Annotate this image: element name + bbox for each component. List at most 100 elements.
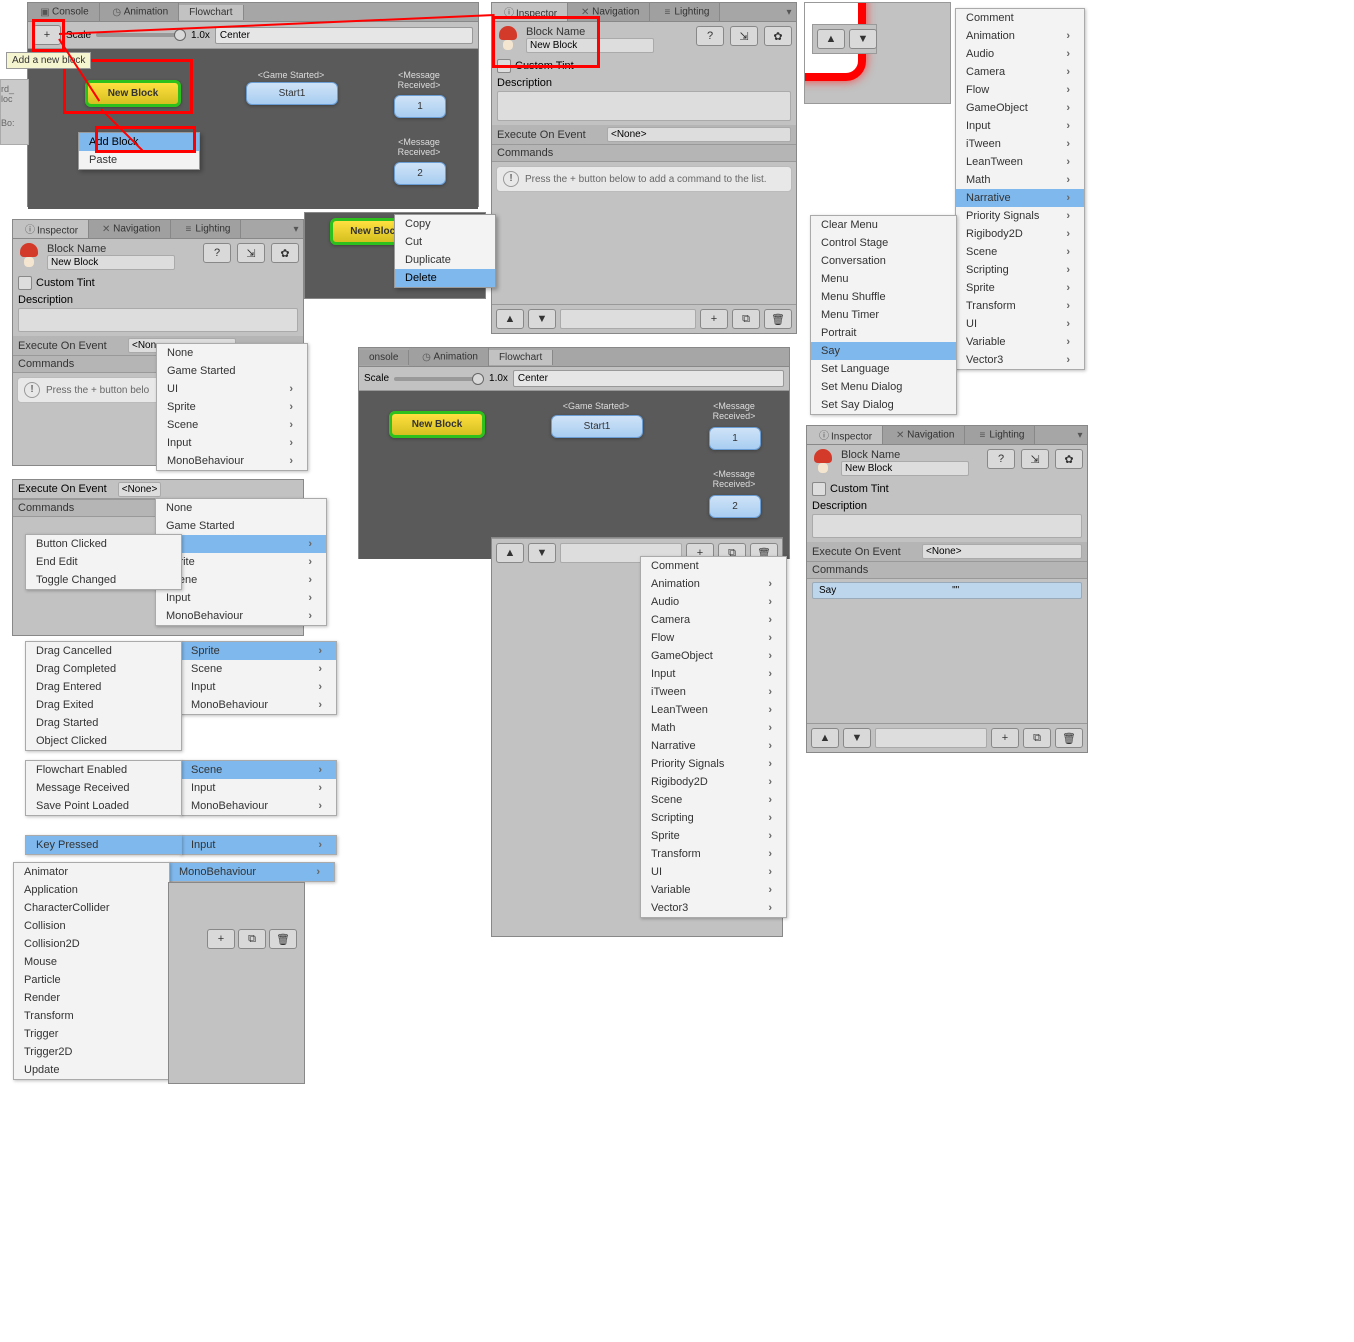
sp-exit[interactable]: Drag Exited (26, 696, 181, 714)
menu-paste[interactable]: Paste (79, 151, 199, 169)
tab-console[interactable]: ▣Console (28, 3, 100, 21)
mb-mouse[interactable]: Mouse (14, 953, 169, 971)
cc-narrative[interactable]: Narrative (641, 737, 786, 755)
block-start1[interactable]: Start1 (246, 82, 338, 105)
ns-timer[interactable]: Menu Timer (811, 306, 956, 324)
help-button-2[interactable]: ? (203, 243, 231, 263)
custom-tint-checkbox-2[interactable] (18, 276, 32, 290)
mb-trigger2d[interactable]: Trigger2D (14, 1043, 169, 1061)
ccr-rigidbody[interactable]: Rigibody2D (956, 225, 1084, 243)
block-name-input-3[interactable] (841, 461, 969, 476)
block-1[interactable]: 1 (394, 95, 446, 118)
tab-flowchart[interactable]: Flowchart (179, 5, 243, 20)
cc-scene[interactable]: Scene (641, 791, 786, 809)
in-key[interactable]: Key Pressed (26, 836, 181, 854)
execute-dd-ui[interactable]: <None> (118, 482, 162, 497)
tab-navigation[interactable]: ✕Navigation (568, 3, 650, 21)
sp-complete[interactable]: Drag Completed (26, 660, 181, 678)
command-search[interactable] (560, 309, 696, 329)
cc-scripting[interactable]: Scripting (641, 809, 786, 827)
ccr-flow[interactable]: Flow (956, 81, 1084, 99)
collapse-button-2[interactable]: ⇲ (237, 243, 265, 263)
up-button-c[interactable]: ▲ (496, 543, 524, 563)
flowchart-canvas-2[interactable]: New Block <Game Started> Start1 <Message… (359, 391, 789, 559)
tab-inspector-3[interactable]: ⓘInspector (807, 426, 883, 445)
ev-none[interactable]: None (157, 344, 307, 362)
custom-tint-checkbox-3[interactable] (812, 482, 826, 496)
sp-sprite[interactable]: Sprite (181, 642, 336, 660)
ui-toggle-changed[interactable]: Toggle Changed (26, 571, 181, 589)
ccr-transform[interactable]: Transform (956, 297, 1084, 315)
help-button[interactable]: ? (696, 26, 724, 46)
del-cmd-mono[interactable]: 🗑 (269, 929, 297, 949)
in-input[interactable]: Input (181, 836, 336, 854)
copy-cmd-mono[interactable]: ⧉ (238, 929, 266, 949)
description-input-3[interactable] (812, 514, 1082, 538)
tab-navigation-2[interactable]: ✕Navigation (89, 220, 171, 238)
tab-flowchart-2[interactable]: Flowchart (489, 350, 553, 365)
tab-animation-2[interactable]: ◷Animation (409, 348, 488, 366)
cc-camera[interactable]: Camera (641, 611, 786, 629)
down-button[interactable]: ▼ (528, 309, 556, 329)
cc-animation[interactable]: Animation (641, 575, 786, 593)
block-new-c[interactable]: New Block (389, 411, 485, 438)
cc-ui[interactable]: UI (641, 863, 786, 881)
tab-inspector[interactable]: ⓘInspector (492, 3, 568, 22)
mb-app[interactable]: Application (14, 881, 169, 899)
sp-enter[interactable]: Drag Entered (26, 678, 181, 696)
tab-navigation-3[interactable]: ✕Navigation (883, 426, 965, 444)
block-2[interactable]: 2 (394, 162, 446, 185)
panel-menu-icon-2[interactable]: ▾ (289, 222, 303, 236)
tab-onsole[interactable]: onsole (359, 350, 409, 365)
block-name-input-2[interactable] (47, 255, 175, 270)
panel-menu-icon[interactable]: ▾ (782, 5, 796, 19)
ns-setsay[interactable]: Set Say Dialog (811, 396, 956, 414)
down-button-c[interactable]: ▼ (528, 543, 556, 563)
ns-conv[interactable]: Conversation (811, 252, 956, 270)
sc-input[interactable]: Input (181, 779, 336, 797)
sp-input[interactable]: Input (181, 678, 336, 696)
sc-fe[interactable]: Flowchart Enabled (26, 761, 181, 779)
ns-setlang[interactable]: Set Language (811, 360, 956, 378)
center-field-2[interactable]: Center (513, 370, 784, 387)
menu-cut[interactable]: Cut (395, 233, 495, 251)
delete-command-button-3[interactable]: 🗑 (1055, 728, 1083, 748)
cc-flow[interactable]: Flow (641, 629, 786, 647)
mb-cc[interactable]: CharacterCollider (14, 899, 169, 917)
block-name-input[interactable] (526, 38, 654, 53)
tab-lighting[interactable]: ≡Lighting (650, 3, 720, 21)
ccr-narrative[interactable]: Narrative (956, 189, 1084, 207)
ui-input[interactable]: Input (156, 589, 326, 607)
tab-lighting-2[interactable]: ≡Lighting (171, 220, 241, 238)
sp-click[interactable]: Object Clicked (26, 732, 181, 750)
ccr-scripting[interactable]: Scripting (956, 261, 1084, 279)
ccr-sprite[interactable]: Sprite (956, 279, 1084, 297)
menu-delete[interactable]: Delete (395, 269, 495, 287)
delete-command-button[interactable]: 🗑 (764, 309, 792, 329)
ui-end-edit[interactable]: End Edit (26, 553, 181, 571)
up-btn-r[interactable]: ▲ (817, 29, 845, 49)
ev-scene[interactable]: Scene (157, 416, 307, 434)
mb-col2d[interactable]: Collision2D (14, 935, 169, 953)
mb-trigger[interactable]: Trigger (14, 1025, 169, 1043)
ccr-camera[interactable]: Camera (956, 63, 1084, 81)
ev-mono[interactable]: MonoBehaviour (157, 452, 307, 470)
cc-input[interactable]: Input (641, 665, 786, 683)
cc-math[interactable]: Math (641, 719, 786, 737)
add-command-button-3[interactable]: + (991, 728, 1019, 748)
add-cmd-mono[interactable]: + (207, 929, 235, 949)
command-search-3[interactable] (875, 728, 987, 748)
block-1-c[interactable]: 1 (709, 427, 761, 450)
ccr-gameobject[interactable]: GameObject (956, 99, 1084, 117)
collapse-button[interactable]: ⇲ (730, 26, 758, 46)
command-say-row[interactable]: Say "" (812, 582, 1082, 599)
sc-mr[interactable]: Message Received (26, 779, 181, 797)
ccr-input[interactable]: Input (956, 117, 1084, 135)
flowchart-canvas[interactable]: New Block <Game Started> Start1 <Message… (28, 49, 478, 209)
description-input[interactable] (497, 91, 791, 121)
sp-start[interactable]: Drag Started (26, 714, 181, 732)
ev-sprite[interactable]: Sprite (157, 398, 307, 416)
ev-ui[interactable]: UI (157, 380, 307, 398)
add-block-button[interactable]: + (33, 25, 61, 45)
mb-mono[interactable]: MonoBehaviour (169, 863, 334, 881)
